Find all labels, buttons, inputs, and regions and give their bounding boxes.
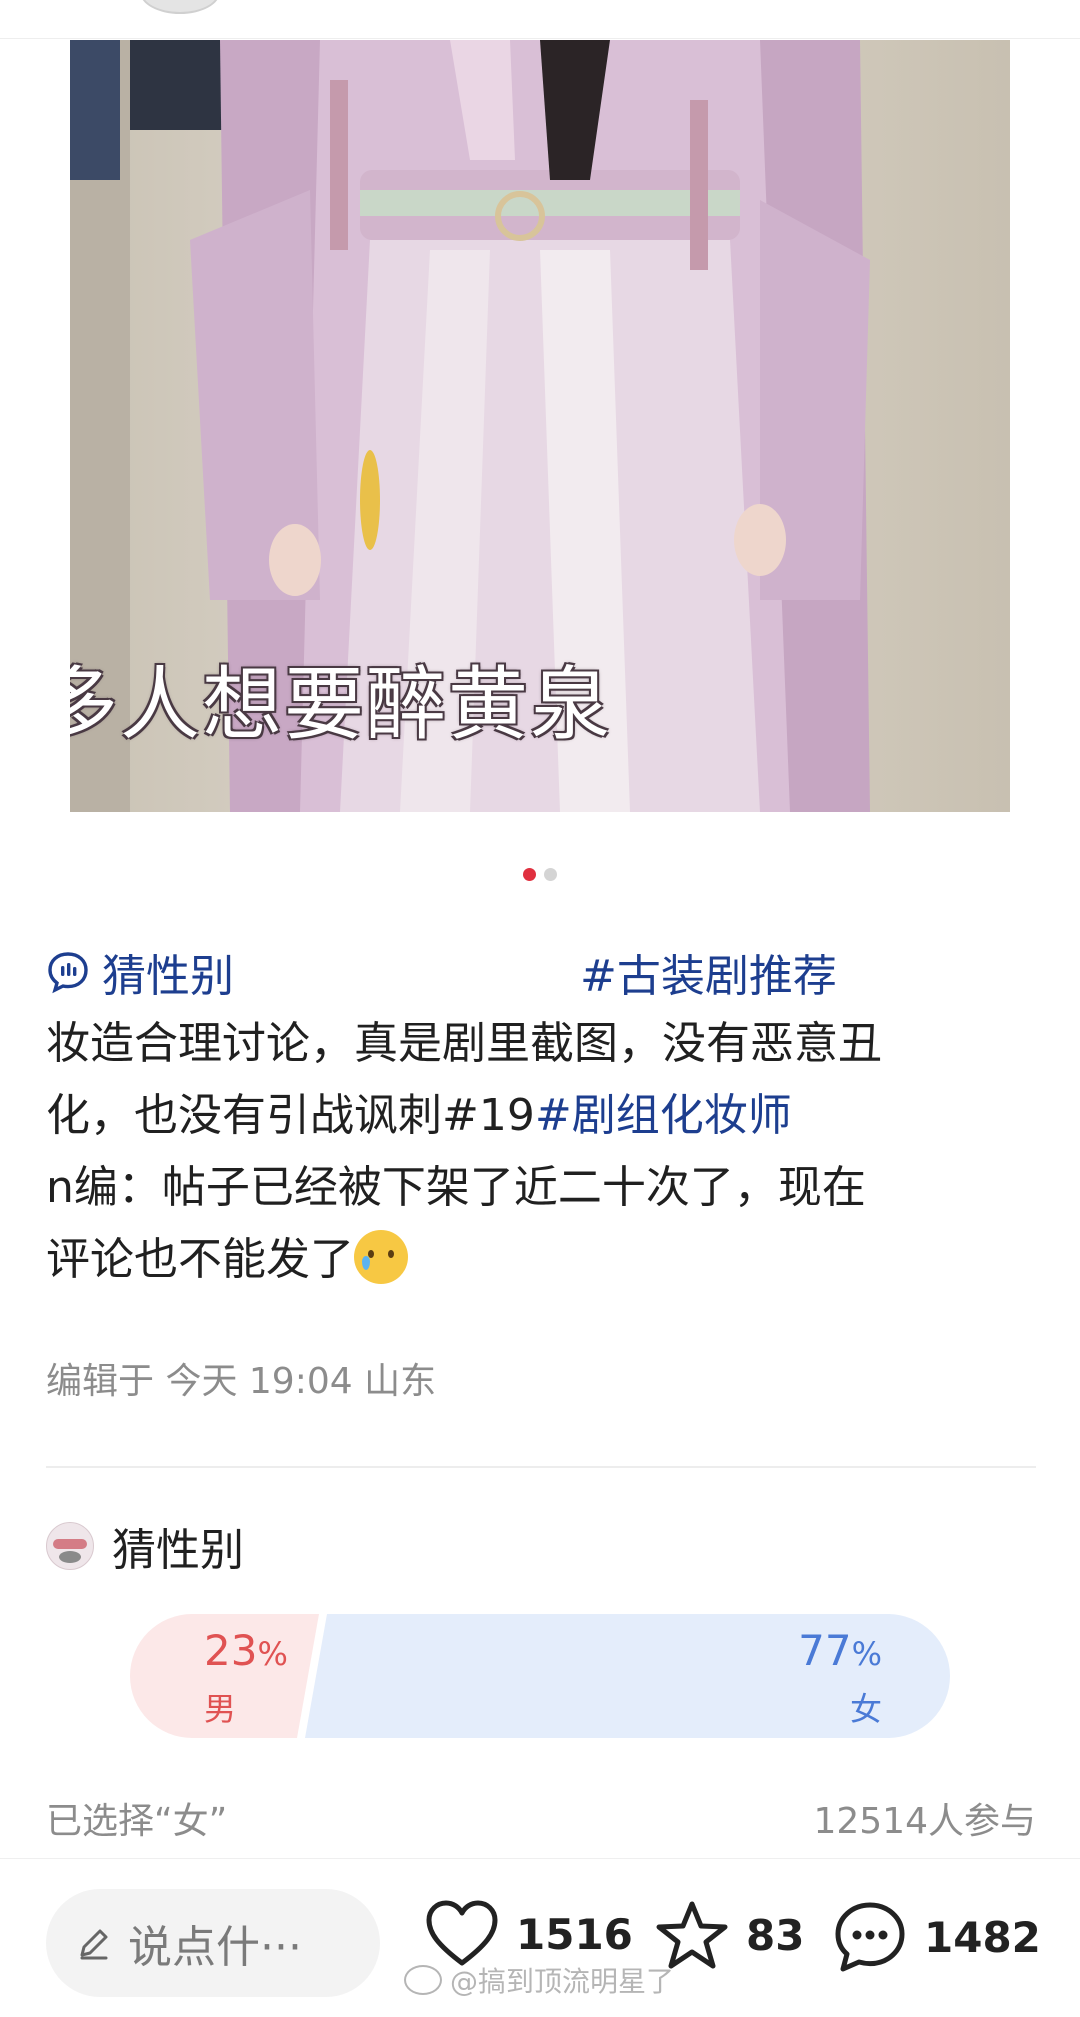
carousel-dot[interactable]	[544, 868, 557, 881]
poll-option-male-label: 男	[204, 1690, 237, 1728]
watermark: @搞到顶流明星了	[404, 1960, 674, 2000]
post-line-3: n编：帖子已经被下架了近二十次了，现在	[46, 1162, 866, 1213]
comment-icon	[835, 1902, 905, 1972]
carousel-dot-active[interactable]	[523, 868, 536, 881]
comment-count: 1482	[924, 1912, 1041, 1962]
favorite-button[interactable]: 83	[654, 1899, 804, 1971]
comment-input-placeholder: 说点什···	[128, 1922, 302, 1973]
emoji-icon	[354, 1230, 408, 1284]
like-count: 1516	[516, 1909, 633, 1959]
post-image[interactable]: 多人想要醉黄泉	[70, 40, 1010, 812]
poll-header: 猜性别	[46, 1514, 244, 1578]
carousel-dots	[0, 868, 1080, 881]
post-line-4-text: 评论也不能发了	[46, 1234, 354, 1285]
author-avatar[interactable]	[140, 0, 220, 14]
poll-bar: 23% 男 77% 女	[130, 1614, 950, 1738]
tags-row: 猜性别 #古装剧推荐	[46, 940, 1046, 1002]
hashtag-link[interactable]: #古装剧推荐	[580, 940, 837, 1004]
poll-option-male[interactable]: 23% 男	[130, 1614, 319, 1738]
post-line-2-text: 化，也没有引战讽刺#19	[46, 1090, 535, 1141]
comment-input[interactable]: 说点什···	[46, 1889, 380, 1997]
poll-selected: 已选择“女”	[46, 1801, 228, 1842]
watermark-text: @搞到顶流明星了	[450, 1965, 675, 1998]
like-button[interactable]: 1516	[424, 1899, 633, 1969]
weibo-icon	[404, 1965, 442, 1995]
divider	[46, 1466, 1036, 1468]
post-line-4: 评论也不能发了	[46, 1224, 1036, 1296]
poll-option-female-percent: 77%	[798, 1626, 882, 1675]
poll-option-female[interactable]: 77% 女	[305, 1614, 950, 1738]
edit-meta: 编辑于 今天 19:04 山东	[46, 1361, 437, 1402]
post-body: 妆造合理讨论，真是剧里截图，没有恶意丑 化，也没有引战讽刺#19#剧组化妆师 n…	[46, 1008, 1036, 1296]
poll-option-male-percent: 23%	[204, 1626, 288, 1675]
hashtag-link-makeup[interactable]: #剧组化妆师	[535, 1090, 792, 1141]
chat-bubble-icon	[48, 952, 88, 994]
pen-icon	[80, 1929, 108, 1960]
topic-tag-label: 猜性别	[102, 951, 234, 1002]
comment-button[interactable]: 1482	[832, 1899, 1041, 1975]
top-strip	[0, 0, 1080, 39]
post-line-1: 妆造合理讨论，真是剧里截图，没有恶意丑	[46, 1018, 882, 1069]
topic-tag[interactable]: 猜性别	[46, 940, 234, 1004]
poll-option-female-label: 女	[849, 1690, 882, 1728]
poll-participants: 12514人参与	[813, 1801, 1036, 1842]
post-line-2: 化，也没有引战讽刺#19#剧组化妆师	[46, 1080, 1036, 1152]
image-caption: 多人想要醉黄泉	[70, 658, 612, 751]
poll-avatar	[46, 1522, 94, 1570]
poll-footer: 已选择“女” 12514人参与	[46, 1792, 1036, 1844]
heart-icon	[426, 1900, 498, 1966]
poll-title: 猜性别	[112, 1525, 244, 1576]
favorite-count: 83	[746, 1910, 805, 1960]
